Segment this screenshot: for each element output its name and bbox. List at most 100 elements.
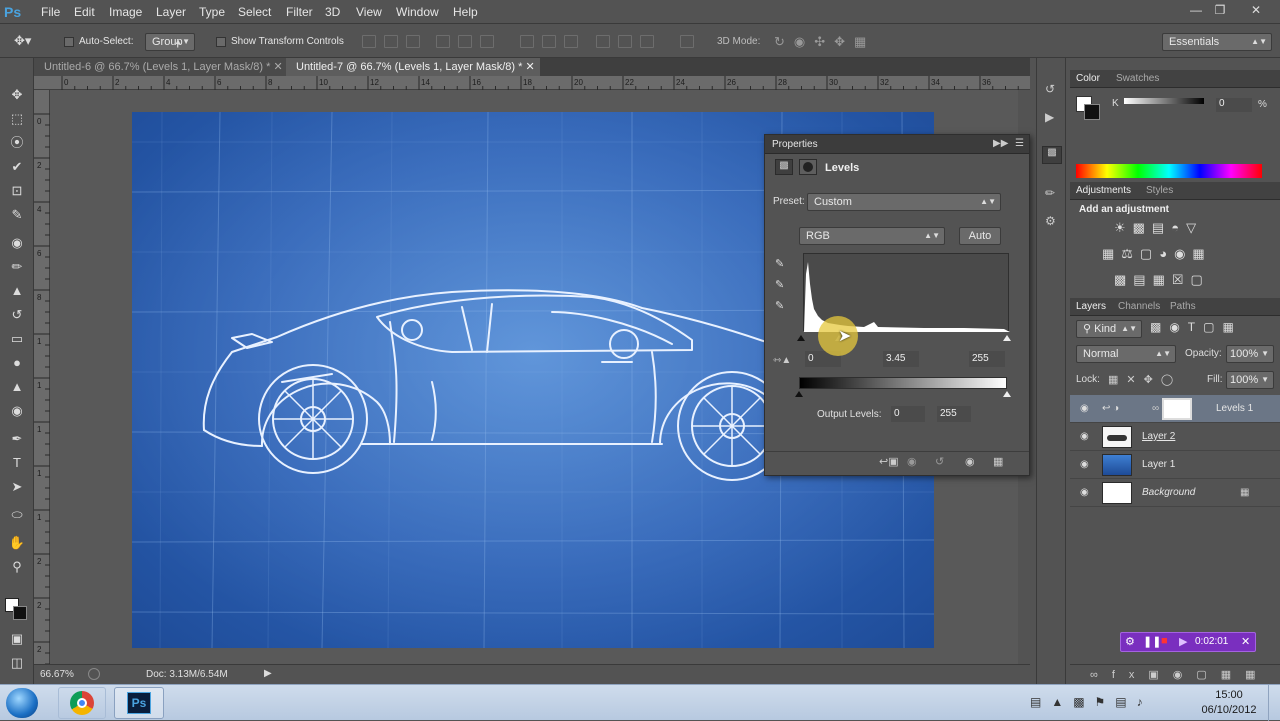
- status-info-icon[interactable]: [88, 668, 100, 680]
- close-icon[interactable]: ✕: [1241, 635, 1250, 648]
- marquee-tool-icon[interactable]: ⬚: [8, 110, 26, 128]
- status-menu-arrow-icon[interactable]: ▶: [264, 668, 272, 679]
- zoom-level[interactable]: 66.67%: [40, 669, 74, 680]
- auto-button[interactable]: Auto: [959, 227, 1001, 245]
- eyedropper-tool-icon[interactable]: ✎: [8, 206, 26, 224]
- menu-view[interactable]: View: [356, 5, 382, 19]
- paint-bucket-icon[interactable]: ●: [8, 354, 26, 372]
- kind-filter-dropdown[interactable]: ⚲ Kind ▲▼: [1076, 320, 1142, 338]
- clock-time[interactable]: 15:00: [1198, 689, 1260, 701]
- layer-row-background[interactable]: ◉ Background ▦: [1070, 479, 1280, 507]
- properties-panel-icon[interactable]: ▩: [1042, 146, 1062, 164]
- color-background-swatch[interactable]: [1084, 104, 1100, 120]
- zoom-tool-icon[interactable]: ⚲: [8, 558, 26, 576]
- type-tool-icon[interactable]: T: [8, 454, 26, 472]
- history-panel-icon[interactable]: ↺: [1045, 82, 1055, 96]
- output-white-slider[interactable]: [1003, 391, 1011, 397]
- eye-icon[interactable]: ◉: [1080, 431, 1092, 443]
- menu-type[interactable]: Type: [199, 5, 225, 19]
- levels-icon[interactable]: ▩: [775, 159, 793, 175]
- tab-paths[interactable]: Paths: [1170, 299, 1196, 315]
- show-transform-checkbox[interactable]: [216, 37, 226, 47]
- tab-layers[interactable]: Layers: [1076, 299, 1106, 315]
- move-tool-preset-icon[interactable]: ✥▾: [14, 33, 42, 51]
- photoshop-taskbar-button[interactable]: Ps: [114, 687, 164, 719]
- menu-select[interactable]: Select: [238, 5, 271, 19]
- background-color-swatch[interactable]: [13, 606, 27, 620]
- fill-field[interactable]: 100% ▼: [1226, 371, 1274, 389]
- history-brush-icon[interactable]: ↺: [8, 306, 26, 324]
- close-icon[interactable]: ✕: [525, 61, 534, 73]
- menu-window[interactable]: Window: [396, 5, 439, 19]
- clock-date[interactable]: 06/10/2012: [1198, 704, 1260, 716]
- layers-footer-icons[interactable]: ∞fx▣◉▢▦▦: [1090, 668, 1270, 681]
- menu-3d[interactable]: 3D: [325, 5, 340, 19]
- mask-icon[interactable]: [799, 159, 817, 175]
- blend-mode-dropdown[interactable]: Normal ▲▼: [1076, 345, 1176, 363]
- menu-filter[interactable]: Filter: [286, 5, 313, 19]
- clip-to-layer-icon[interactable]: ↩▣: [879, 455, 899, 468]
- preset-dropdown[interactable]: Custom ▲▼: [807, 193, 1001, 211]
- output-black-field[interactable]: 0: [891, 406, 925, 422]
- move-tool-icon[interactable]: ✥: [8, 86, 26, 104]
- healing-brush-icon[interactable]: ◉: [8, 234, 26, 252]
- distribute-top-icon[interactable]: [520, 35, 534, 48]
- adjustment-icons-row-2[interactable]: ▦⚖▢◕◉▦: [1102, 246, 1212, 262]
- output-white-field[interactable]: 255: [937, 406, 971, 422]
- blur-tool-icon[interactable]: ▲: [8, 378, 26, 396]
- layer-row-layer-2[interactable]: ◉ Layer 2: [1070, 423, 1280, 451]
- brush-presets-icon[interactable]: ✏: [1045, 186, 1055, 200]
- eraser-tool-icon[interactable]: ▭: [8, 330, 26, 348]
- workspace-dropdown[interactable]: Essentials ▲▼: [1162, 33, 1272, 51]
- layer-row-layer-1[interactable]: ◉ Layer 1: [1070, 451, 1280, 479]
- layer-filter-icons[interactable]: ▩◉T▢▦: [1150, 320, 1242, 334]
- menu-file[interactable]: File: [41, 5, 60, 19]
- input-white-field[interactable]: 255: [969, 351, 1005, 367]
- crop-tool-icon[interactable]: ⊡: [8, 182, 26, 200]
- properties-header[interactable]: Properties ▶▶ ☰: [765, 135, 1029, 154]
- align-bottom-icon[interactable]: [406, 35, 420, 48]
- lasso-tool-icon[interactable]: ⦿: [8, 134, 26, 152]
- layer-row-levels-1[interactable]: ◉ ↩ ◑ ∞ Levels 1: [1070, 395, 1280, 423]
- visibility-icon[interactable]: ◉: [965, 455, 975, 468]
- channel-dropdown[interactable]: RGB ▲▼: [799, 227, 945, 245]
- panel-menu-icon[interactable]: ☰: [1015, 138, 1024, 149]
- ellipse-tool-icon[interactable]: ⬭: [8, 506, 26, 524]
- layer-mask-thumbnail[interactable]: [1162, 398, 1192, 420]
- quick-mask-icon[interactable]: ▣: [8, 630, 26, 648]
- start-button[interactable]: [6, 688, 38, 718]
- minimize-icon[interactable]: —: [1186, 3, 1206, 19]
- system-tray-icons[interactable]: ▤▲▩⚑▤♪: [1030, 695, 1153, 709]
- tab-styles[interactable]: Styles: [1146, 183, 1173, 199]
- distribute-hcenter-icon[interactable]: [618, 35, 632, 48]
- distribute-vcenter-icon[interactable]: [542, 35, 556, 48]
- collapse-icon[interactable]: ▶▶: [993, 138, 1008, 149]
- link-icon[interactable]: ∞: [1152, 403, 1159, 414]
- view-previous-icon[interactable]: ◉: [907, 455, 917, 468]
- input-gamma-field[interactable]: 3.45: [883, 351, 919, 367]
- eyedropper-gray-icon[interactable]: ✎: [775, 278, 784, 291]
- tab-adjustments[interactable]: Adjustments: [1076, 183, 1131, 199]
- auto-select-dropdown[interactable]: Group ▲▼: [145, 33, 195, 51]
- screen-recorder-widget[interactable]: ⚙ ❚❚ ■ ▶ 0:02:01 ✕: [1120, 632, 1256, 652]
- actions-panel-icon[interactable]: ▶: [1045, 110, 1054, 124]
- chrome-taskbar-button[interactable]: [58, 687, 106, 719]
- tab-untitled-7[interactable]: Untitled-7 @ 66.7% (Levels 1, Layer Mask…: [286, 58, 540, 76]
- distribute-left-icon[interactable]: [596, 35, 610, 48]
- align-top-icon[interactable]: [362, 35, 376, 48]
- close-icon[interactable]: ✕: [1246, 3, 1266, 19]
- tab-color[interactable]: Color: [1076, 71, 1100, 87]
- input-white-slider[interactable]: [1003, 335, 1011, 341]
- k-slider-track[interactable]: [1124, 98, 1204, 104]
- tool-presets-icon[interactable]: ⚙: [1045, 214, 1056, 228]
- restore-icon[interactable]: ❐: [1210, 3, 1230, 19]
- stop-icon[interactable]: ■: [1161, 635, 1168, 647]
- pause-icon[interactable]: ❚❚: [1143, 635, 1161, 648]
- align-right-icon[interactable]: [480, 35, 494, 48]
- dodge-tool-icon[interactable]: ◉: [8, 402, 26, 420]
- lock-icons[interactable]: ▦✕✥◯: [1108, 373, 1181, 386]
- eyedropper-white-icon[interactable]: ✎: [775, 299, 784, 312]
- play-icon[interactable]: ▶: [1179, 635, 1187, 648]
- clone-stamp-icon[interactable]: ▲: [8, 282, 26, 300]
- path-select-icon[interactable]: ➤: [8, 478, 26, 496]
